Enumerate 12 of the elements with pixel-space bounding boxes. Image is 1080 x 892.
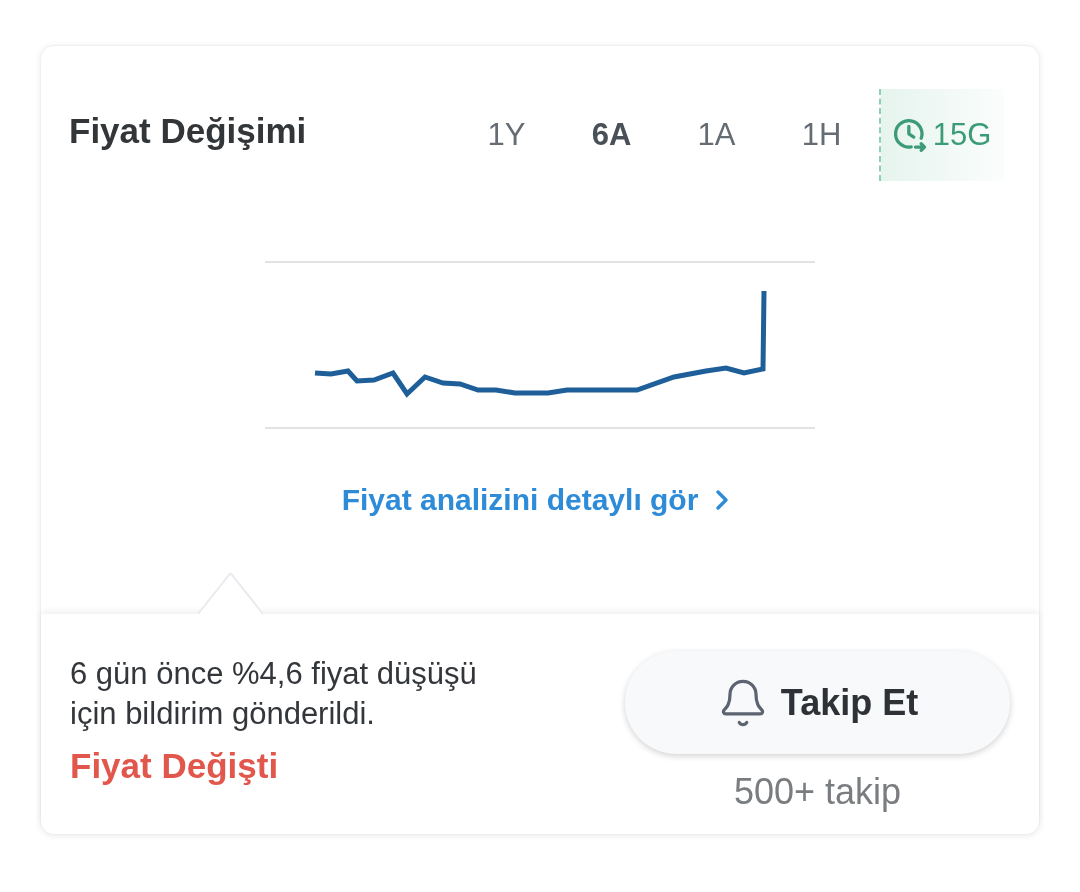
notification-message: 6 gün önce %4,6 fiyat düşüşü için bildirim gönderildi. [70, 655, 478, 733]
period-tab[interactable]: 6A [559, 89, 664, 181]
recent-period-tab[interactable]: 15G [879, 89, 1004, 181]
follower-count: 500+ takip [733, 774, 902, 810]
period-tab[interactable]: 1Y [454, 89, 559, 181]
period-tab[interactable]: 1A [664, 89, 769, 181]
price-changed-status: Fiyat Değişti [70, 746, 280, 786]
price-analysis-link[interactable]: Fiyat analizini detaylı gör [341, 477, 739, 522]
clock-icon [893, 118, 927, 152]
period-tab[interactable]: 1H [769, 89, 874, 181]
section-title: Fiyat Değişimi [69, 109, 307, 152]
follow-button[interactable]: Takip Et [625, 651, 1010, 754]
